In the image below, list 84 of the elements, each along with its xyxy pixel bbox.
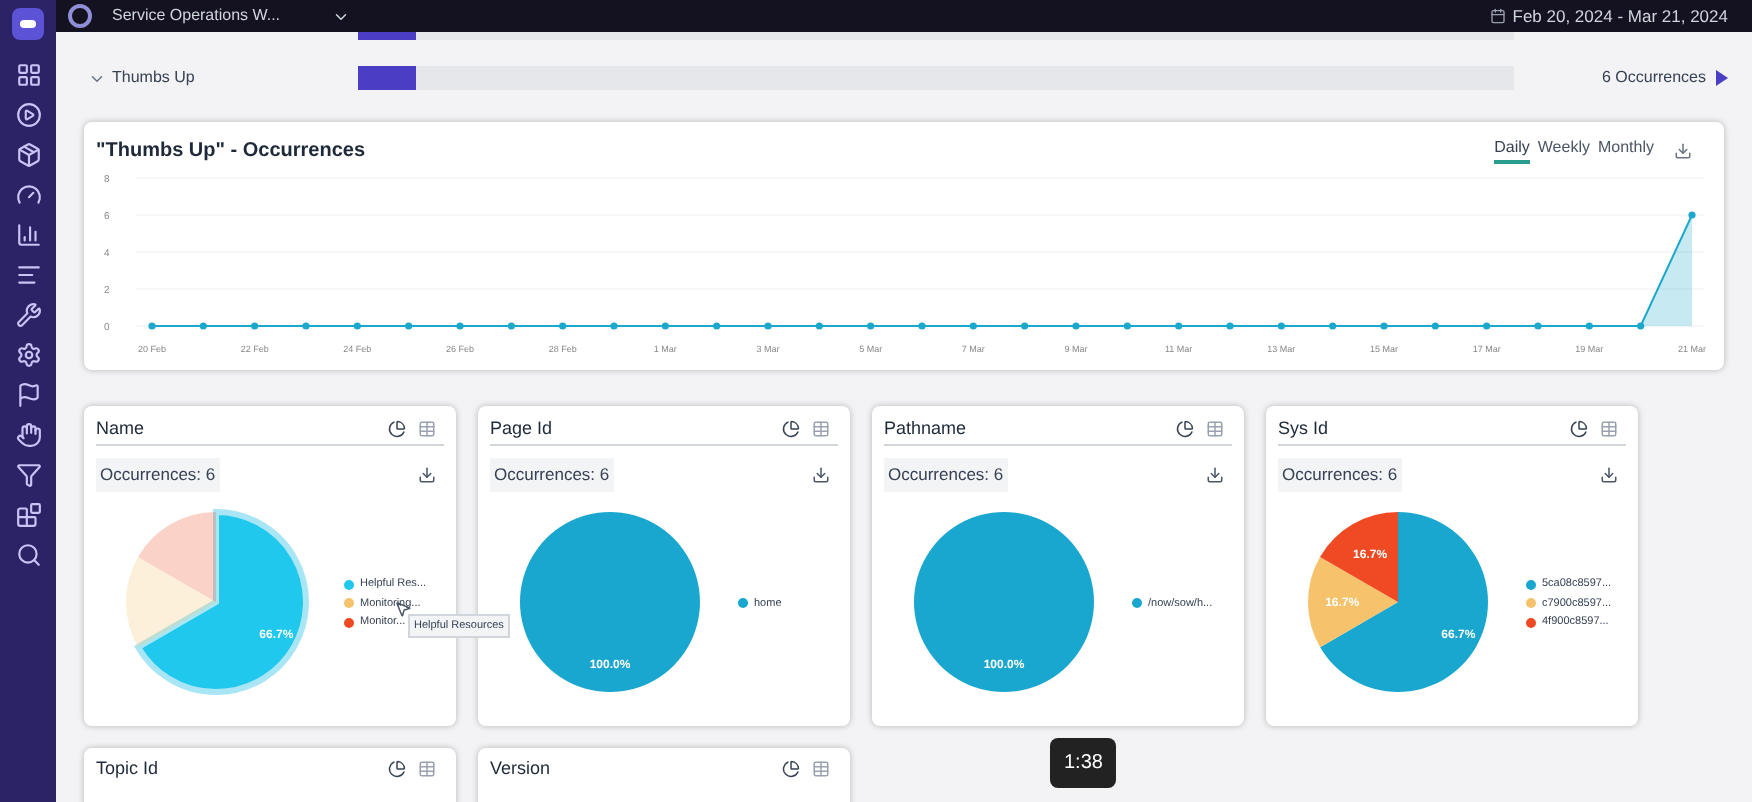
data-point: [969, 322, 977, 330]
data-point: [148, 322, 156, 330]
period-tab[interactable]: Weekly: [1537, 136, 1590, 164]
search-icon[interactable]: [15, 542, 41, 568]
data-point: [302, 322, 310, 330]
data-point: [1072, 322, 1080, 330]
data-point: [1277, 322, 1285, 330]
blocks-icon[interactable]: [15, 502, 41, 528]
pie-chart-icon[interactable]: [388, 760, 406, 778]
data-point: [1637, 322, 1645, 330]
data-point: [1175, 322, 1183, 330]
occurrence-count: 6 Occurrences: [1601, 66, 1706, 90]
box-icon[interactable]: [15, 142, 41, 168]
data-point: [867, 322, 875, 330]
occurrences-label: Occurrences: 6: [490, 458, 614, 492]
data-point: [405, 322, 413, 330]
data-point: [1226, 322, 1234, 330]
table-icon[interactable]: [812, 420, 830, 438]
date-range[interactable]: Feb 20, 2024 - Mar 21, 2024: [1512, 3, 1728, 29]
data-point: [1688, 211, 1696, 219]
data-point: [559, 322, 567, 330]
data-point: [456, 322, 464, 330]
calendar-icon[interactable]: [1490, 8, 1507, 24]
pie-chart-icon[interactable]: [1176, 420, 1194, 438]
data-point: [1021, 322, 1029, 330]
data-point: [764, 322, 772, 330]
bar-chart-icon[interactable]: [15, 222, 41, 248]
app-logo-icon[interactable]: [12, 8, 44, 40]
card-title: Pathname: [884, 415, 967, 442]
play-icon[interactable]: [15, 102, 41, 128]
bar-label: Thumbs Up: [112, 66, 197, 90]
data-point: [815, 322, 823, 330]
data-point: [918, 322, 926, 330]
settings-icon[interactable]: [15, 342, 41, 368]
workspace-logo-icon[interactable]: [68, 4, 92, 28]
card-title: Name: [96, 415, 145, 442]
download-icon[interactable]: [812, 465, 830, 484]
card-title: Topic Id: [96, 756, 159, 782]
chart-title: "Thumbs Up" - Occurrences: [96, 137, 366, 165]
data-point: [1123, 322, 1131, 330]
pie-chart-icon[interactable]: [782, 760, 800, 778]
card-title: Sys Id: [1278, 415, 1329, 442]
data-point: [661, 322, 669, 330]
card-title: Page Id: [490, 415, 553, 442]
data-point: [1483, 322, 1491, 330]
pie-chart-icon[interactable]: [1570, 420, 1588, 438]
pie-chart-icon[interactable]: [782, 420, 800, 438]
data-point: [507, 322, 515, 330]
data-point: [713, 322, 721, 330]
download-icon[interactable]: [1674, 141, 1692, 159]
video-timestamp: 1:38: [1050, 738, 1117, 788]
table-icon[interactable]: [418, 760, 436, 778]
table-icon[interactable]: [1206, 420, 1224, 438]
data-point: [610, 322, 618, 330]
list-icon[interactable]: [15, 262, 41, 288]
hand-icon[interactable]: [15, 422, 41, 448]
play-triangle-icon[interactable]: [1716, 70, 1728, 86]
occurrences-label: Occurrences: 6: [884, 458, 1008, 492]
period-tab[interactable]: Daily: [1494, 136, 1530, 164]
table-icon[interactable]: [812, 760, 830, 778]
occurrences-label: Occurrences: 6: [96, 458, 220, 492]
data-point: [1534, 322, 1542, 330]
data-point: [1329, 322, 1337, 330]
grid-icon[interactable]: [15, 62, 41, 88]
data-point: [1585, 322, 1593, 330]
data-point: [1380, 322, 1388, 330]
download-icon[interactable]: [1600, 465, 1618, 484]
table-icon[interactable]: [418, 420, 436, 438]
pie-chart-icon[interactable]: [388, 420, 406, 438]
flag-icon[interactable]: [15, 382, 41, 408]
workspace-name[interactable]: Service Operations W...: [112, 4, 332, 28]
download-icon[interactable]: [418, 465, 436, 484]
data-point: [353, 322, 361, 330]
download-icon[interactable]: [1206, 465, 1224, 484]
data-point: [1431, 322, 1439, 330]
gauge-icon[interactable]: [15, 182, 41, 208]
filter-icon[interactable]: [15, 462, 41, 488]
wrench-icon[interactable]: [15, 302, 41, 328]
period-tab[interactable]: Monthly: [1597, 136, 1654, 164]
data-point: [199, 322, 207, 330]
table-icon[interactable]: [1600, 420, 1618, 438]
card-title: Version: [490, 756, 551, 782]
data-point: [251, 322, 259, 330]
occurrences-label: Occurrences: 6: [1278, 458, 1402, 492]
